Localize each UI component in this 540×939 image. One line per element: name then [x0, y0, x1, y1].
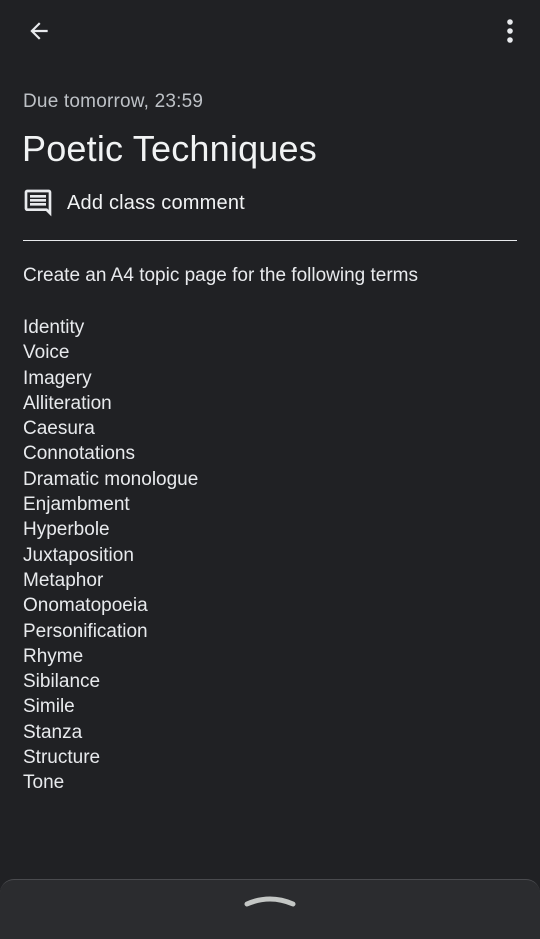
term-item: Alliteration [23, 392, 112, 414]
term-item: Simile [23, 696, 75, 718]
term-item: Dramatic monologue [23, 468, 199, 490]
chevron-up-icon[interactable] [244, 888, 296, 908]
term-item: Onomatopoeia [23, 595, 148, 617]
term-item: Caesura [23, 418, 95, 440]
more-vert-icon [507, 19, 513, 43]
term-item: Tone [23, 772, 65, 794]
term-item: Metaphor [23, 569, 104, 591]
term-item: Juxtaposition [23, 544, 134, 566]
arrow-back-icon [30, 22, 48, 40]
divider [23, 240, 517, 241]
term-item: Enjambment [23, 494, 130, 516]
term-item: Structure [23, 747, 101, 769]
term-item: Connotations [23, 443, 135, 465]
assignment-instructions: Create an A4 topic page for the followin… [23, 265, 419, 286]
term-item: Personification [23, 620, 148, 642]
term-item: Hyperbole [23, 519, 110, 541]
term-item: Rhyme [23, 645, 84, 667]
add-class-comment-button[interactable]: Add class comment [22, 186, 245, 220]
term-item: Sibilance [23, 671, 101, 693]
back-button[interactable] [18, 10, 60, 52]
comment-icon [22, 186, 56, 220]
term-item: Identity [23, 317, 85, 338]
assignment-title: Poetic Techniques [22, 128, 317, 169]
term-item: Voice [23, 342, 70, 364]
terms-list: Identity Voice Imagery Alliteration Caes… [23, 315, 198, 796]
bottom-sheet[interactable] [0, 879, 540, 939]
top-app-bar [0, 0, 540, 62]
add-class-comment-label: Add class comment [67, 191, 245, 214]
more-options-button[interactable] [494, 10, 526, 52]
term-item: Imagery [23, 367, 92, 389]
due-date: Due tomorrow, 23:59 [23, 91, 204, 112]
term-item: Stanza [23, 721, 83, 743]
